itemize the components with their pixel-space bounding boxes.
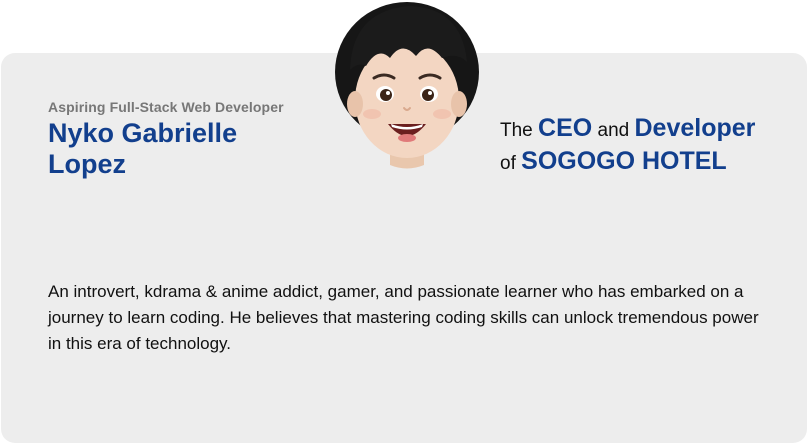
role-word-and: and bbox=[597, 120, 630, 141]
role-ceo: CEO bbox=[538, 114, 593, 142]
profile-name-first: Nyko Gabrielle bbox=[48, 118, 238, 148]
profile-name: Nyko Gabrielle Lopez bbox=[48, 118, 308, 180]
memoji-avatar-icon bbox=[335, 2, 479, 169]
profile-bio: An introvert, kdrama & anime addict, gam… bbox=[48, 282, 759, 353]
role-statement: The CEO and Developer of SOGOGO HOTEL bbox=[500, 113, 800, 179]
role-developer: Developer bbox=[634, 114, 756, 142]
role-company: SOGOGO HOTEL bbox=[521, 147, 727, 175]
profile-subtitle: Aspiring Full-Stack Web Developer bbox=[48, 99, 284, 115]
role-word-of: of bbox=[500, 153, 516, 174]
role-line-2: of SOGOGO HOTEL bbox=[500, 146, 800, 179]
role-word-the: The bbox=[500, 120, 533, 141]
role-line-1: The CEO and Developer bbox=[500, 113, 800, 146]
profile-name-last: Lopez bbox=[48, 149, 126, 179]
